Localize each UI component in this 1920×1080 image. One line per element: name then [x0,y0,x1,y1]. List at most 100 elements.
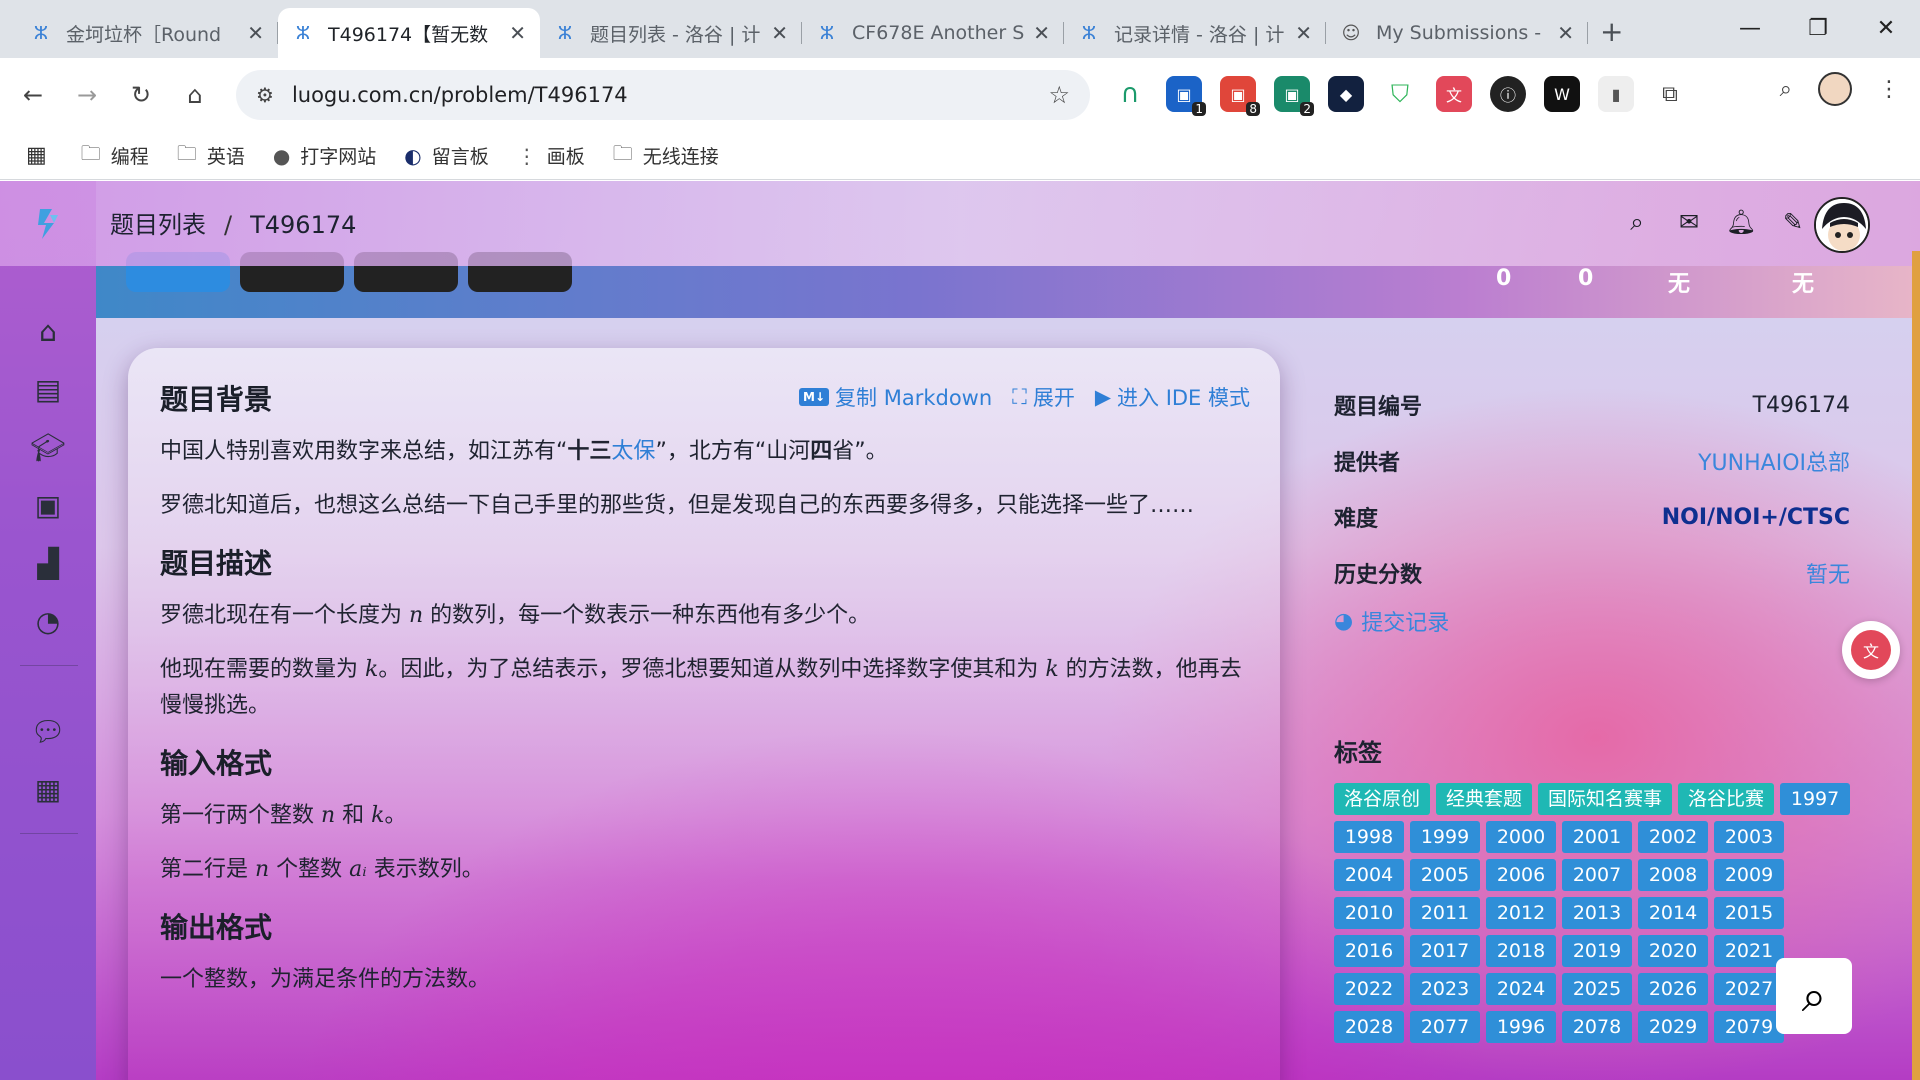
browser-tab-active[interactable]: ⵣ T496174【暂无数 ✕ [278,8,540,58]
clipboard-icon[interactable]: ▣ [28,485,68,525]
close-tab-icon[interactable]: ✕ [771,21,788,45]
tag-year[interactable]: 2014 [1638,897,1708,929]
close-tab-icon[interactable]: ✕ [1557,21,1574,45]
extension-green-icon[interactable]: ▣ 2 [1274,76,1314,116]
browser-tab[interactable]: ⵣ 金坷垃杯［Round ✕ [16,8,278,58]
tag-year[interactable]: 2010 [1334,897,1404,929]
tag-year[interactable]: 2023 [1410,973,1480,1005]
user-avatar[interactable] [1814,197,1870,253]
tag-year[interactable]: 2000 [1486,821,1556,853]
close-tab-icon[interactable]: ✕ [1033,21,1050,45]
extension-dark-icon[interactable]: ◆ [1328,76,1364,112]
restore-icon[interactable]: ❐ [1784,0,1852,58]
extension-red-icon[interactable]: ▣ 8 [1220,76,1260,116]
translate-float-button[interactable]: 文 [1842,621,1900,679]
tag-named[interactable]: 洛谷比赛 [1678,783,1775,815]
forward-icon[interactable]: → [60,81,114,109]
extension-w-icon[interactable]: W [1544,76,1580,112]
tag-year[interactable]: 2017 [1410,935,1480,967]
extension-circle-icon[interactable]: ⓘ [1490,76,1526,112]
expand-button[interactable]: ⛶ 展开 [1012,382,1075,412]
browser-tab[interactable]: ⵣ 记录详情 - 洛谷 | 计 ✕ [1064,8,1326,58]
tag-year[interactable]: 2029 [1638,1011,1708,1043]
bookmark-folder[interactable]: 🗀 英语 [177,139,245,173]
provider-link[interactable]: YUNHAIOI总部 [1698,445,1850,477]
bookmark-link[interactable]: ⋮ 画板 [517,142,585,169]
tag-year[interactable]: 2011 [1410,897,1480,929]
translate-extension-icon[interactable]: 文 [1436,76,1472,112]
bookmark-link[interactable]: ● 打字网站 [273,142,376,169]
tag-year[interactable]: 2016 [1334,935,1404,967]
tab-search-icon[interactable]: ⌕ [1780,77,1792,102]
menu-kebab-icon[interactable]: ⋮ [1878,77,1900,102]
extension-shield-icon[interactable]: ⛉ [1382,76,1418,112]
minimize-icon[interactable]: — [1716,0,1784,58]
search-icon[interactable]: ⌕ [1622,207,1652,237]
tag-year[interactable]: 2005 [1410,859,1480,891]
tag-year[interactable]: 2006 [1486,859,1556,891]
tag-year[interactable]: 2020 [1638,935,1708,967]
tag-year[interactable]: 2078 [1562,1011,1632,1043]
tag-year[interactable]: 2022 [1334,973,1404,1005]
news-icon[interactable]: ▦ [28,769,68,809]
tag-named[interactable]: 洛谷原创 [1334,783,1431,815]
tag-year[interactable]: 2009 [1714,859,1784,891]
tag-year[interactable]: 1997 [1780,783,1851,815]
extensions-puzzle-icon[interactable]: ⧉ [1652,76,1688,112]
bar-chart-icon[interactable]: ▟ [28,543,68,583]
browser-tab[interactable]: ⵣ CF678E Another S ✕ [802,8,1064,58]
page-scrollbar[interactable] [1912,251,1920,1080]
close-window-icon[interactable]: ✕ [1852,0,1920,58]
site-info-icon[interactable]: ⚙ [256,83,274,107]
tag-year[interactable]: 1996 [1486,1011,1556,1043]
bookmark-folder[interactable]: 🗀 编程 [81,139,149,173]
tag-year[interactable]: 2024 [1486,973,1556,1005]
bookmark-link[interactable]: ◐ 留言板 [404,142,488,169]
home-icon[interactable]: ⌂ [168,81,222,109]
tag-year[interactable]: 2027 [1714,973,1784,1005]
tag-year[interactable]: 2077 [1410,1011,1480,1043]
tag-year[interactable]: 2021 [1714,935,1784,967]
tag-year[interactable]: 1999 [1410,821,1480,853]
tag-year[interactable]: 2026 [1638,973,1708,1005]
tag-year[interactable]: 2008 [1638,859,1708,891]
graduation-cap-icon[interactable]: 🎓︎ [28,427,68,467]
breadcrumb-problem-list[interactable]: 题目列表 [110,211,206,239]
tag-year[interactable]: 2001 [1562,821,1632,853]
edit-icon[interactable]: ✎ [1778,207,1808,237]
apps-grid-icon[interactable]: ▦ [26,143,47,168]
new-tab-icon[interactable]: + [1600,15,1623,48]
tag-year[interactable]: 2015 [1714,897,1784,929]
bookmark-folder[interactable]: 🗀 无线连接 [613,139,719,173]
reload-icon[interactable]: ↻ [114,81,168,109]
tai-bao-link[interactable]: 太保 [611,439,655,464]
browser-tab[interactable]: ⵣ 题目列表 - 洛谷 | 计 ✕ [540,8,802,58]
tag-year[interactable]: 2002 [1638,821,1708,853]
tag-year[interactable]: 2079 [1714,1011,1784,1043]
tag-named[interactable]: 国际知名赛事 [1538,783,1673,815]
search-fab-icon[interactable]: ⌕ [1776,958,1852,1034]
close-tab-icon[interactable]: ✕ [1295,21,1312,45]
tag-year[interactable]: 2018 [1486,935,1556,967]
tag-year[interactable]: 1998 [1334,821,1404,853]
extension-blue-icon[interactable]: ▣ 1 [1166,76,1206,116]
tag-year[interactable]: 2004 [1334,859,1404,891]
close-tab-icon[interactable]: ✕ [509,21,526,45]
tag-year[interactable]: 2007 [1562,859,1632,891]
back-icon[interactable]: ← [6,81,60,109]
tag-year[interactable]: 2028 [1334,1011,1404,1043]
extension-chart-icon[interactable]: ▮ [1598,76,1634,112]
pie-chart-icon[interactable]: ◔ [28,601,68,641]
tag-year[interactable]: 2012 [1486,897,1556,929]
ide-mode-button[interactable]: ▶ 进入 IDE 模式 [1095,382,1250,412]
mail-icon[interactable]: ✉ [1674,207,1704,237]
bookmark-star-icon[interactable]: ☆ [1048,81,1070,109]
tag-year[interactable]: 2019 [1562,935,1632,967]
extension-arch-icon[interactable]: ∩ [1112,76,1148,112]
discussion-icon[interactable]: 💬︎ [28,711,68,751]
browser-tab[interactable]: ☺ My Submissions - ✕ [1326,8,1588,58]
profile-avatar[interactable] [1818,72,1852,106]
close-tab-icon[interactable]: ✕ [247,21,264,45]
copy-markdown-button[interactable]: M↓ 复制 Markdown [799,382,992,412]
address-bar[interactable]: ⚙ luogu.com.cn/problem/T496174 ☆ [236,70,1090,120]
